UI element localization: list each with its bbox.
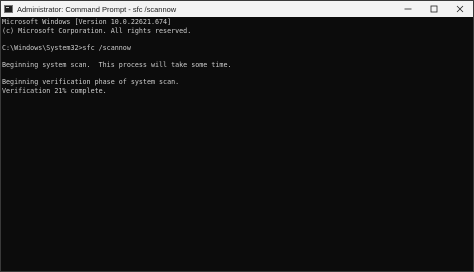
terminal-icon xyxy=(4,5,13,13)
console-line-command: C:\Windows\System32>sfc /scannow xyxy=(2,43,131,52)
window-controls xyxy=(395,1,473,17)
console-line-scan-start: Beginning system scan. This process will… xyxy=(2,60,232,69)
close-icon xyxy=(456,5,464,13)
window-title: Administrator: Command Prompt - sfc /sca… xyxy=(17,4,177,14)
console-line-version: Microsoft Windows [Version 10.0.22621.67… xyxy=(2,18,172,26)
command-prompt-window: Administrator: Command Prompt - sfc /sca… xyxy=(0,0,474,272)
vertical-scrollbar[interactable] xyxy=(464,17,473,271)
console-output[interactable]: Microsoft Windows [Version 10.0.22621.67… xyxy=(1,17,464,271)
minimize-icon xyxy=(404,8,412,10)
console-line-verification-phase: Beginning verification phase of system s… xyxy=(2,78,180,87)
minimize-button[interactable] xyxy=(395,1,421,17)
maximize-button[interactable] xyxy=(421,1,447,17)
console-line-verification-progress: Verification 21% complete. xyxy=(2,86,107,95)
maximize-icon xyxy=(430,5,438,13)
close-button[interactable] xyxy=(447,1,473,17)
title-bar[interactable]: Administrator: Command Prompt - sfc /sca… xyxy=(1,1,473,17)
console-line-copyright: (c) Microsoft Corporation. All rights re… xyxy=(2,26,192,35)
